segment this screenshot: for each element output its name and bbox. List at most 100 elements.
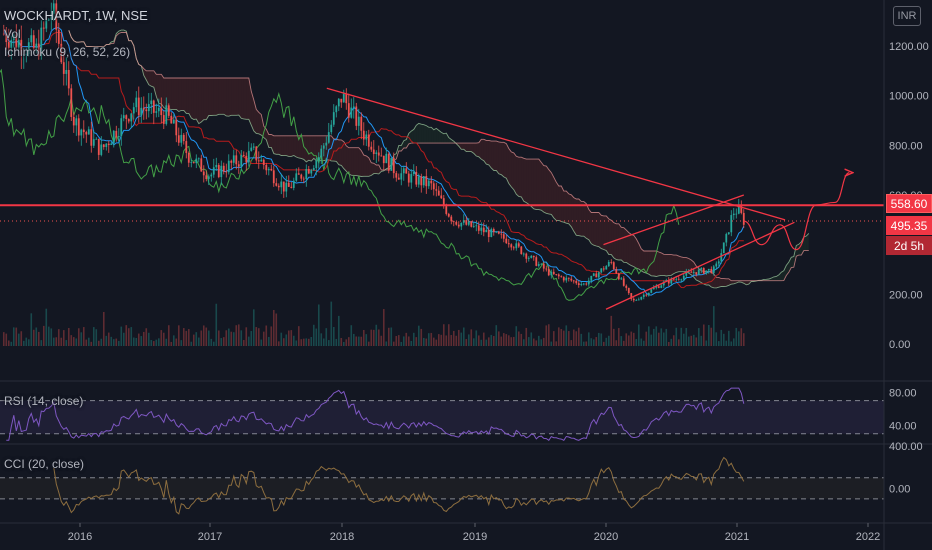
- symbol-legend[interactable]: WOCKHARDT, 1W, NSE: [4, 8, 148, 23]
- candle-body: [82, 129, 85, 133]
- cloud-segment: [461, 143, 464, 150]
- volume-bar: [20, 331, 23, 346]
- volume-bar: [410, 340, 413, 346]
- volume-bar: [250, 331, 253, 346]
- volume-bar: [667, 341, 670, 346]
- volume-bar: [430, 332, 433, 346]
- candle-body: [125, 115, 128, 120]
- candle-body: [242, 154, 245, 156]
- volume-bar: [235, 325, 238, 346]
- cloud-segment: [338, 139, 342, 166]
- price-tick-label: 0.00: [889, 339, 910, 351]
- cci-band-fill: [0, 477, 884, 499]
- volume-bar: [87, 337, 90, 346]
- candle-body: [555, 274, 558, 275]
- volume-bar: [45, 308, 48, 346]
- candle-body: [485, 229, 488, 233]
- candle-body: [250, 147, 253, 151]
- volume-bar: [22, 340, 25, 346]
- candle-body: [425, 176, 428, 187]
- volume-bar: [15, 327, 18, 346]
- volume-bar: [422, 337, 425, 346]
- volume-bar: [487, 337, 490, 346]
- candle-body: [550, 271, 553, 276]
- price-tick-label: 1000.00: [889, 91, 929, 103]
- rsi-legend[interactable]: RSI (14, close): [4, 394, 83, 408]
- volume-bar: [177, 325, 180, 346]
- time-tick-label: 2016: [68, 531, 92, 543]
- cloud-segment: [311, 135, 314, 162]
- cloud-segment: [198, 77, 202, 124]
- candle-body: [355, 106, 358, 126]
- candle-body: [120, 118, 123, 137]
- volume-bar: [242, 340, 245, 346]
- candle-body: [287, 182, 290, 187]
- volume-bar: [632, 332, 635, 346]
- volume-bar: [645, 331, 648, 346]
- volume-bar: [195, 332, 198, 346]
- currency-badge[interactable]: INR: [893, 6, 921, 26]
- trendline[interactable]: [603, 194, 745, 246]
- cloud-segment: [571, 194, 574, 232]
- volume-bar: [215, 303, 218, 346]
- volume-bar: [600, 333, 603, 346]
- volume-bar: [522, 339, 525, 346]
- candle-body: [530, 255, 533, 258]
- volume-bar: [710, 327, 713, 346]
- volume-bar: [130, 327, 133, 346]
- time-tick-label: 2021: [725, 531, 749, 543]
- cloud-segment: [203, 77, 207, 120]
- volume-bar: [97, 340, 100, 346]
- candle-body: [715, 263, 718, 267]
- volume-bar: [37, 331, 40, 346]
- volume-legend[interactable]: Vol: [4, 27, 21, 41]
- volume-bar: [115, 338, 118, 346]
- candle-body: [417, 176, 420, 185]
- time-tick-label: 2022: [856, 531, 880, 543]
- candle-body: [190, 162, 193, 163]
- candle-body: [415, 171, 418, 185]
- cloud-segment: [658, 251, 662, 276]
- volume-bar: [70, 335, 73, 346]
- cloud-segment: [213, 77, 217, 116]
- cloud-segment: [496, 141, 499, 174]
- volume-bar: [67, 328, 70, 346]
- volume-bar: [395, 336, 398, 346]
- cloud-segment: [171, 77, 174, 110]
- candle-body: [360, 116, 363, 131]
- volume-bar: [170, 341, 173, 346]
- candle-body: [460, 222, 463, 227]
- candle-body: [85, 132, 88, 135]
- volume-bar: [587, 332, 590, 346]
- candle-body: [500, 233, 503, 235]
- volume-bar: [345, 339, 348, 346]
- cloud-segment: [416, 123, 419, 144]
- cci-legend[interactable]: CCI (20, close): [4, 457, 84, 471]
- ichimoku-legend[interactable]: Ichimoku (9, 26, 52, 26): [4, 45, 130, 59]
- cloud-segment: [273, 135, 277, 155]
- cloud-segment: [281, 135, 284, 156]
- candle-body: [512, 247, 515, 249]
- volume-bar: [317, 304, 320, 346]
- volume-bar: [162, 332, 165, 346]
- volume-bar: [137, 333, 140, 346]
- volume-bar: [720, 329, 723, 346]
- volume-bar: [502, 333, 505, 346]
- volume-bar: [315, 328, 318, 346]
- cloud-segment: [278, 135, 282, 156]
- rsi-pane[interactable]: [0, 387, 884, 441]
- candle-body: [515, 243, 518, 249]
- candle-body: [545, 268, 548, 270]
- cci-pane[interactable]: [0, 456, 884, 515]
- candle-body: [195, 158, 198, 164]
- volume-bar: [150, 340, 153, 346]
- candle-body: [502, 234, 505, 239]
- cloud-segment: [633, 235, 637, 269]
- time-tick-label: 2020: [594, 531, 618, 543]
- price-pane[interactable]: [0, 0, 884, 346]
- candle-body: [467, 221, 470, 225]
- chart-canvas[interactable]: 1200.001000.00800.00600.00200.000.0080.0…: [0, 0, 932, 550]
- cloud-segment: [353, 147, 357, 176]
- volume-bar: [390, 327, 393, 346]
- volume-bar: [407, 336, 410, 346]
